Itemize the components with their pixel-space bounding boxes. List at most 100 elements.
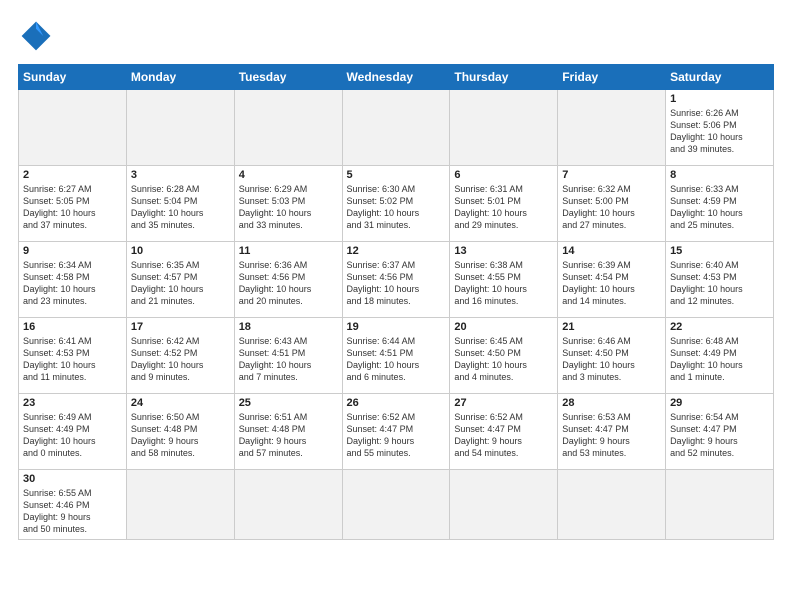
calendar-week-row: 2Sunrise: 6:27 AM Sunset: 5:05 PM Daylig… xyxy=(19,166,774,242)
calendar-header-monday: Monday xyxy=(126,65,234,90)
calendar-cell: 2Sunrise: 6:27 AM Sunset: 5:05 PM Daylig… xyxy=(19,166,127,242)
calendar-cell: 28 Sunrise: 6:53 AM Sunset: 4:47 PM Dayli… xyxy=(558,394,666,470)
calendar-cell xyxy=(19,90,127,166)
cell-sun-info: Sunrise: 6:52 AM Sunset: 4:47 PM Dayligh… xyxy=(347,411,446,460)
calendar-cell: 15 Sunrise: 6:40 AM Sunset: 4:53 PM Dayli… xyxy=(666,242,774,318)
calendar-cell: 21Sunrise: 6:46 AM Sunset: 4:50 PM Dayli… xyxy=(558,318,666,394)
cell-sun-info: Sunrise: 6:37 AM Sunset: 4:56 PM Dayligh… xyxy=(347,259,446,308)
calendar-header-wednesday: Wednesday xyxy=(342,65,450,90)
logo xyxy=(18,18,58,54)
calendar-cell xyxy=(666,470,774,540)
calendar-cell: 10 Sunrise: 6:35 AM Sunset: 4:57 PM Dayli… xyxy=(126,242,234,318)
day-number: 1 xyxy=(670,93,769,105)
day-number: 3 xyxy=(131,169,230,181)
calendar-cell: 26 Sunrise: 6:52 AM Sunset: 4:47 PM Dayli… xyxy=(342,394,450,470)
calendar-week-row: 16 Sunrise: 6:41 AM Sunset: 4:53 PM Dayli… xyxy=(19,318,774,394)
day-number: 17 xyxy=(131,321,230,333)
day-number: 15 xyxy=(670,245,769,257)
calendar-cell: 5 Sunrise: 6:30 AM Sunset: 5:02 PM Daylig… xyxy=(342,166,450,242)
page: SundayMondayTuesdayWednesdayThursdayFrid… xyxy=(0,0,792,612)
calendar-week-row: 30 Sunrise: 6:55 AM Sunset: 4:46 PM Dayli… xyxy=(19,470,774,540)
cell-sun-info: Sunrise: 6:50 AM Sunset: 4:48 PM Dayligh… xyxy=(131,411,230,460)
cell-sun-info: Sunrise: 6:55 AM Sunset: 4:46 PM Dayligh… xyxy=(23,487,122,536)
cell-sun-info: Sunrise: 6:43 AM Sunset: 4:51 PM Dayligh… xyxy=(239,335,338,384)
calendar-cell xyxy=(558,470,666,540)
calendar-cell: 6 Sunrise: 6:31 AM Sunset: 5:01 PM Daylig… xyxy=(450,166,558,242)
calendar-header-friday: Friday xyxy=(558,65,666,90)
calendar-week-row: 23Sunrise: 6:49 AM Sunset: 4:49 PM Dayli… xyxy=(19,394,774,470)
day-number: 10 xyxy=(131,245,230,257)
cell-sun-info: Sunrise: 6:51 AM Sunset: 4:48 PM Dayligh… xyxy=(239,411,338,460)
day-number: 30 xyxy=(23,473,122,485)
calendar-header-saturday: Saturday xyxy=(666,65,774,90)
calendar-cell xyxy=(342,90,450,166)
calendar-header-row: SundayMondayTuesdayWednesdayThursdayFrid… xyxy=(19,65,774,90)
day-number: 28 xyxy=(562,397,661,409)
calendar-cell xyxy=(126,90,234,166)
calendar-cell: 16 Sunrise: 6:41 AM Sunset: 4:53 PM Dayli… xyxy=(19,318,127,394)
day-number: 26 xyxy=(347,397,446,409)
calendar-cell: 18 Sunrise: 6:43 AM Sunset: 4:51 PM Dayli… xyxy=(234,318,342,394)
day-number: 29 xyxy=(670,397,769,409)
calendar-cell: 20 Sunrise: 6:45 AM Sunset: 4:50 PM Dayli… xyxy=(450,318,558,394)
day-number: 7 xyxy=(562,169,661,181)
day-number: 16 xyxy=(23,321,122,333)
calendar-header-thursday: Thursday xyxy=(450,65,558,90)
calendar-cell: 8Sunrise: 6:33 AM Sunset: 4:59 PM Daylig… xyxy=(666,166,774,242)
cell-sun-info: Sunrise: 6:33 AM Sunset: 4:59 PM Dayligh… xyxy=(670,183,769,232)
calendar-header-sunday: Sunday xyxy=(19,65,127,90)
day-number: 6 xyxy=(454,169,553,181)
cell-sun-info: Sunrise: 6:54 AM Sunset: 4:47 PM Dayligh… xyxy=(670,411,769,460)
cell-sun-info: Sunrise: 6:31 AM Sunset: 5:01 PM Dayligh… xyxy=(454,183,553,232)
cell-sun-info: Sunrise: 6:32 AM Sunset: 5:00 PM Dayligh… xyxy=(562,183,661,232)
cell-sun-info: Sunrise: 6:40 AM Sunset: 4:53 PM Dayligh… xyxy=(670,259,769,308)
day-number: 24 xyxy=(131,397,230,409)
cell-sun-info: Sunrise: 6:41 AM Sunset: 4:53 PM Dayligh… xyxy=(23,335,122,384)
calendar-cell: 25 Sunrise: 6:51 AM Sunset: 4:48 PM Dayli… xyxy=(234,394,342,470)
cell-sun-info: Sunrise: 6:38 AM Sunset: 4:55 PM Dayligh… xyxy=(454,259,553,308)
cell-sun-info: Sunrise: 6:26 AM Sunset: 5:06 PM Dayligh… xyxy=(670,107,769,156)
calendar-cell xyxy=(234,470,342,540)
day-number: 5 xyxy=(347,169,446,181)
calendar-cell: 22 Sunrise: 6:48 AM Sunset: 4:49 PM Dayli… xyxy=(666,318,774,394)
calendar-cell: 1 Sunrise: 6:26 AM Sunset: 5:06 PM Daylig… xyxy=(666,90,774,166)
calendar-cell: 23Sunrise: 6:49 AM Sunset: 4:49 PM Dayli… xyxy=(19,394,127,470)
day-number: 13 xyxy=(454,245,553,257)
calendar-week-row: 9Sunrise: 6:34 AM Sunset: 4:58 PM Daylig… xyxy=(19,242,774,318)
calendar-cell xyxy=(126,470,234,540)
calendar-cell xyxy=(450,90,558,166)
calendar-cell: 12 Sunrise: 6:37 AM Sunset: 4:56 PM Dayli… xyxy=(342,242,450,318)
day-number: 12 xyxy=(347,245,446,257)
cell-sun-info: Sunrise: 6:30 AM Sunset: 5:02 PM Dayligh… xyxy=(347,183,446,232)
day-number: 27 xyxy=(454,397,553,409)
cell-sun-info: Sunrise: 6:53 AM Sunset: 4:47 PM Dayligh… xyxy=(562,411,661,460)
calendar-cell xyxy=(342,470,450,540)
cell-sun-info: Sunrise: 6:45 AM Sunset: 4:50 PM Dayligh… xyxy=(454,335,553,384)
calendar-cell xyxy=(450,470,558,540)
calendar-cell: 14Sunrise: 6:39 AM Sunset: 4:54 PM Dayli… xyxy=(558,242,666,318)
calendar-cell: 4Sunrise: 6:29 AM Sunset: 5:03 PM Daylig… xyxy=(234,166,342,242)
day-number: 22 xyxy=(670,321,769,333)
calendar-cell: 3Sunrise: 6:28 AM Sunset: 5:04 PM Daylig… xyxy=(126,166,234,242)
cell-sun-info: Sunrise: 6:27 AM Sunset: 5:05 PM Dayligh… xyxy=(23,183,122,232)
cell-sun-info: Sunrise: 6:36 AM Sunset: 4:56 PM Dayligh… xyxy=(239,259,338,308)
calendar-cell: 24 Sunrise: 6:50 AM Sunset: 4:48 PM Dayli… xyxy=(126,394,234,470)
calendar-cell: 27Sunrise: 6:52 AM Sunset: 4:47 PM Dayli… xyxy=(450,394,558,470)
cell-sun-info: Sunrise: 6:48 AM Sunset: 4:49 PM Dayligh… xyxy=(670,335,769,384)
day-number: 14 xyxy=(562,245,661,257)
calendar-cell xyxy=(234,90,342,166)
day-number: 18 xyxy=(239,321,338,333)
cell-sun-info: Sunrise: 6:44 AM Sunset: 4:51 PM Dayligh… xyxy=(347,335,446,384)
calendar-cell: 13 Sunrise: 6:38 AM Sunset: 4:55 PM Dayli… xyxy=(450,242,558,318)
cell-sun-info: Sunrise: 6:49 AM Sunset: 4:49 PM Dayligh… xyxy=(23,411,122,460)
day-number: 20 xyxy=(454,321,553,333)
cell-sun-info: Sunrise: 6:35 AM Sunset: 4:57 PM Dayligh… xyxy=(131,259,230,308)
calendar-cell: 19Sunrise: 6:44 AM Sunset: 4:51 PM Dayli… xyxy=(342,318,450,394)
day-number: 25 xyxy=(239,397,338,409)
day-number: 11 xyxy=(239,245,338,257)
calendar-cell: 17Sunrise: 6:42 AM Sunset: 4:52 PM Dayli… xyxy=(126,318,234,394)
cell-sun-info: Sunrise: 6:34 AM Sunset: 4:58 PM Dayligh… xyxy=(23,259,122,308)
calendar-table: SundayMondayTuesdayWednesdayThursdayFrid… xyxy=(18,64,774,540)
day-number: 21 xyxy=(562,321,661,333)
header xyxy=(18,18,774,54)
